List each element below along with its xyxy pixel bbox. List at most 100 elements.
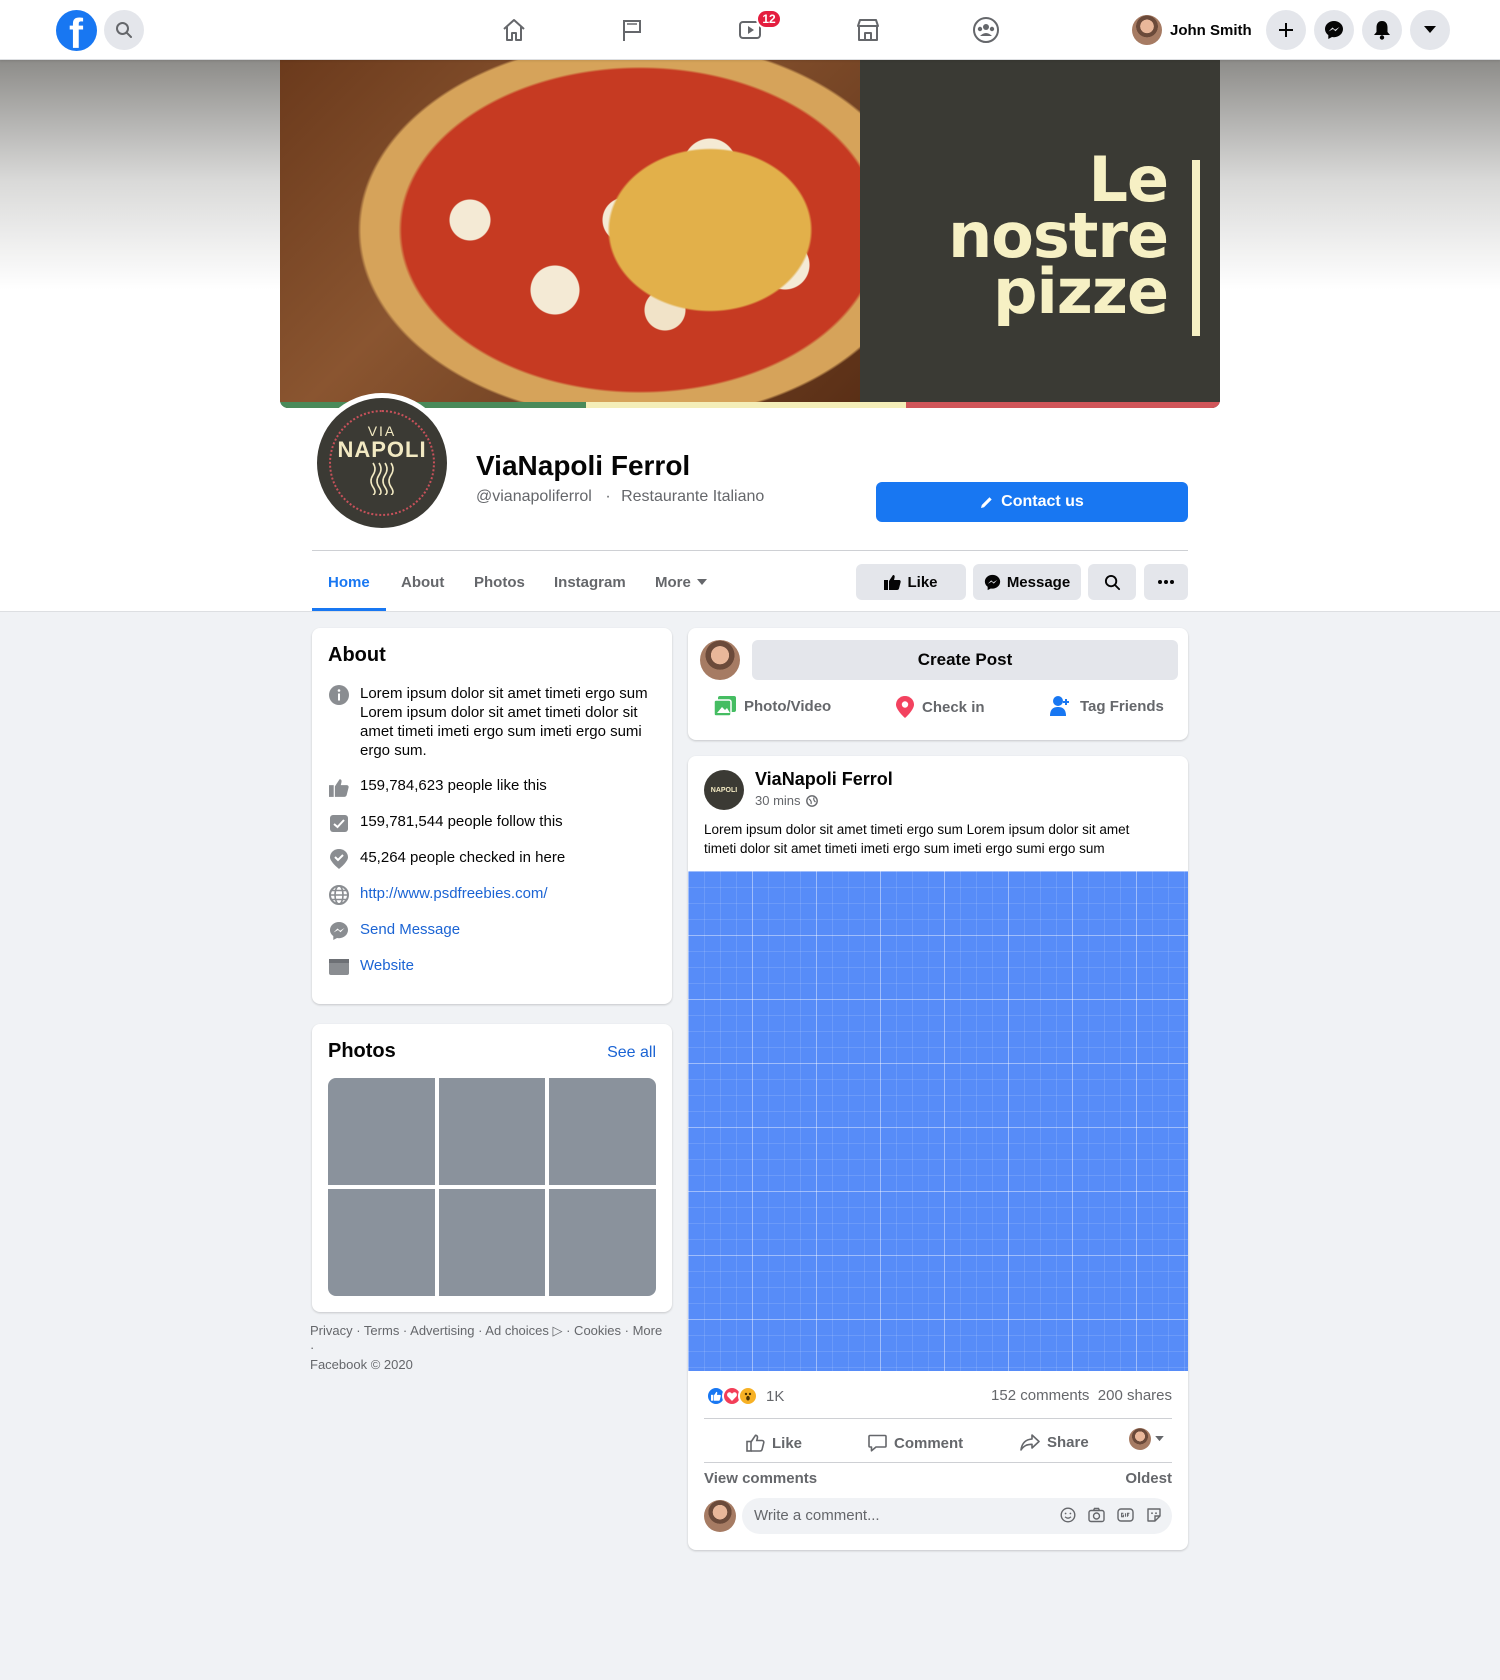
user-avatar [704, 1500, 736, 1532]
location-pin-icon [896, 696, 914, 718]
footer-links: Privacy · Terms · Advertising · Ad choic… [310, 1322, 670, 1373]
footer-link-list[interactable]: Privacy · Terms · Advertising · Ad choic… [310, 1322, 670, 1356]
check-in-button[interactable]: Check in [896, 696, 985, 718]
post-author-name[interactable]: ViaNapoli Ferrol [755, 769, 893, 790]
comments-count[interactable]: 152 comments [991, 1387, 1089, 1404]
ellipsis-icon [1158, 580, 1174, 584]
page-more-options-button[interactable] [1144, 564, 1188, 600]
about-description-row: Lorem ipsum dolor sit amet timeti ergo s… [328, 684, 648, 760]
cover-headline: Le nostre pizze [948, 149, 1169, 323]
tab-more[interactable]: More [655, 574, 707, 591]
caret-down-icon [1155, 1436, 1164, 1442]
notifications-button[interactable] [1362, 10, 1402, 50]
page-message-button[interactable]: Message [973, 564, 1081, 600]
tab-home[interactable]: Home [328, 574, 370, 591]
pages-nav[interactable] [616, 14, 648, 46]
check-in-label: Check in [922, 698, 985, 716]
account-menu-button[interactable] [1410, 10, 1450, 50]
post-meta: 30 mins [755, 793, 818, 808]
post-divider [704, 1418, 1172, 1419]
page-handle[interactable]: @vianapoliferrol [476, 488, 592, 505]
user-avatar[interactable] [700, 640, 740, 680]
page-category[interactable]: Restaurante Italiano [621, 488, 764, 505]
reactions-summary[interactable]: 1K [706, 1386, 784, 1406]
photo-video-button[interactable]: Photo/Video [714, 696, 831, 716]
post-image-placeholder[interactable] [688, 871, 1188, 1371]
follows-count: 159,781,544 people follow this [360, 813, 563, 830]
photo-thumbnail[interactable] [439, 1078, 545, 1185]
tabs-divider [312, 550, 1188, 551]
sticker-icon[interactable] [1146, 1507, 1162, 1523]
comment-sort-selector[interactable]: Oldest [1125, 1470, 1172, 1487]
active-tab-indicator [312, 608, 386, 611]
marketplace-nav[interactable] [852, 14, 884, 46]
page-message-label: Message [1006, 573, 1071, 591]
groups-nav[interactable] [970, 14, 1002, 46]
tag-friends-icon [1050, 696, 1069, 716]
photo-thumbnail[interactable] [549, 1078, 656, 1185]
thumbs-up-icon [884, 575, 902, 590]
emoji-icon[interactable] [1060, 1507, 1076, 1523]
messenger-button[interactable] [1314, 10, 1354, 50]
tag-friends-button[interactable]: Tag Friends [1050, 696, 1164, 716]
messenger-icon [1325, 21, 1343, 39]
post-text: Lorem ipsum dolor sit amet timeti ergo s… [704, 822, 1130, 856]
create-post-button[interactable]: Create Post [752, 640, 1178, 680]
profile-shortcut[interactable]: John Smith [1132, 14, 1252, 46]
tab-about[interactable]: About [401, 574, 444, 591]
location-check-icon [328, 848, 350, 870]
groups-icon [973, 17, 999, 43]
post-share-button[interactable]: Share [1020, 1434, 1089, 1451]
create-button[interactable] [1266, 10, 1306, 50]
website-link[interactable]: Website [360, 956, 414, 975]
photo-thumbnail[interactable] [439, 1189, 545, 1296]
share-icon [1020, 1434, 1040, 1451]
photo-thumbnail[interactable] [328, 1189, 435, 1296]
contact-us-button[interactable]: Contact us [876, 482, 1188, 522]
cover-accent-bar [1192, 160, 1200, 336]
tab-instagram[interactable]: Instagram [554, 574, 626, 591]
website-row: Website [328, 956, 414, 978]
home-nav[interactable] [498, 14, 530, 46]
gif-icon[interactable] [1117, 1507, 1134, 1523]
messenger-icon [328, 920, 350, 942]
page-like-button[interactable]: Like [856, 564, 966, 600]
page-search-button[interactable] [1088, 564, 1136, 600]
post-like-button[interactable]: Like [746, 1434, 802, 1452]
post-as-selector[interactable] [1129, 1428, 1164, 1450]
search-button[interactable] [104, 10, 144, 50]
user-name: John Smith [1170, 21, 1252, 39]
create-post-card: Create Post Photo/Video Check in Tag Fri… [688, 628, 1188, 740]
photo-thumbnail[interactable] [549, 1189, 656, 1296]
post-comment-button[interactable]: Comment [868, 1434, 963, 1452]
post-timestamp[interactable]: 30 mins [755, 793, 801, 808]
send-message-link[interactable]: Send Message [360, 920, 460, 939]
comment-icon [868, 1434, 887, 1452]
facebook-logo[interactable]: f [56, 10, 97, 51]
comment-input[interactable]: Write a comment... [742, 1498, 1172, 1534]
post-author-avatar[interactable]: NAPOLI [704, 770, 744, 810]
wow-reaction-icon [738, 1386, 758, 1406]
pencil-icon [981, 496, 992, 508]
photo-thumbnail[interactable] [328, 1078, 435, 1185]
follows-row: 159,781,544 people follow this [328, 812, 563, 834]
photos-card: Photos See all [312, 1024, 672, 1312]
follow-check-icon [328, 812, 350, 834]
website-url-row: http://www.psdfreebies.com/ [328, 884, 548, 906]
post-avatar-logo-text: NAPOLI [710, 786, 738, 794]
cover-photo[interactable]: Le nostre pizze [280, 60, 1220, 408]
messenger-icon [984, 574, 1000, 590]
website-url-link[interactable]: http://www.psdfreebies.com/ [360, 884, 548, 903]
marketplace-icon [857, 19, 879, 41]
view-comments-link[interactable]: View comments [704, 1470, 817, 1487]
photo-icon [714, 696, 736, 716]
checkins-row: 45,264 people checked in here [328, 848, 565, 870]
tab-photos[interactable]: Photos [474, 574, 525, 591]
shares-count[interactable]: 200 shares [1098, 1387, 1172, 1404]
camera-icon[interactable] [1088, 1507, 1105, 1523]
see-all-photos-link[interactable]: See all [607, 1044, 656, 1062]
engagement-stats: 152 comments 200 shares [991, 1387, 1172, 1404]
page-profile-picture[interactable]: VIA NAPOLI [312, 393, 452, 533]
search-icon [1104, 574, 1120, 590]
post-divider [704, 1462, 1172, 1463]
